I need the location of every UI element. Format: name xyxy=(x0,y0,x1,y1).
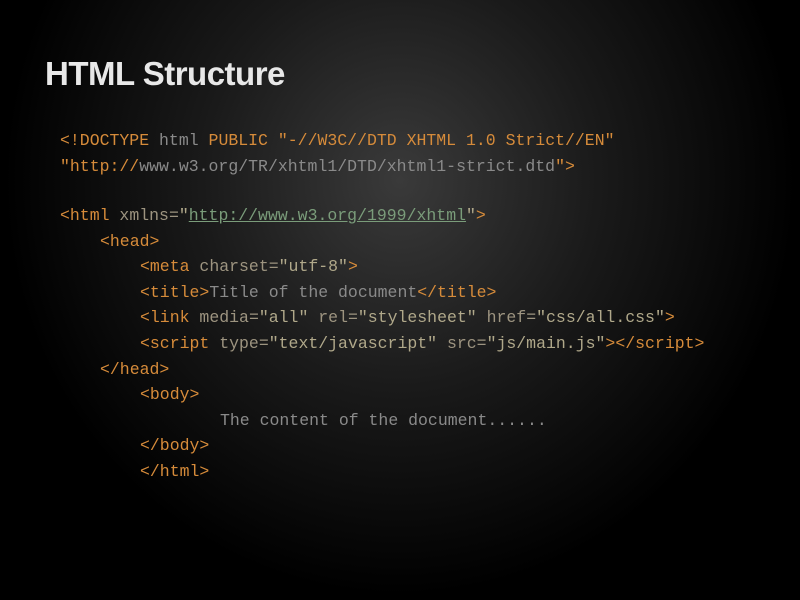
link-v3: "css/all.css" xyxy=(536,308,665,327)
title-close: </title> xyxy=(417,283,496,302)
meta-attr: charset xyxy=(190,257,269,276)
eq: = xyxy=(348,308,358,327)
doctype-line-1: <!DOCTYPE html PUBLIC "-//W3C//DTD XHTML… xyxy=(60,128,755,154)
script-v1: "text/javascript" xyxy=(269,334,437,353)
doctype-open: <!DOCTYPE xyxy=(60,131,149,150)
eq: = xyxy=(526,308,536,327)
link-v2: "stylesheet" xyxy=(358,308,477,327)
link-open: <link xyxy=(140,308,190,327)
script-close1: > xyxy=(605,334,615,353)
link-line: <link media="all" rel="stylesheet" href=… xyxy=(60,305,755,331)
eq: = xyxy=(249,308,259,327)
link-v1: "all" xyxy=(259,308,309,327)
slide-title: HTML Structure xyxy=(45,55,755,93)
body-open-line: <body> xyxy=(60,382,755,408)
quote: " xyxy=(466,206,476,225)
title-open: <title> xyxy=(140,283,209,302)
code-block: <!DOCTYPE html PUBLIC "-//W3C//DTD XHTML… xyxy=(45,128,755,484)
eq: = xyxy=(259,334,269,353)
doctype-line-2: "http://www.w3.org/TR/xhtml1/DTD/xhtml1-… xyxy=(60,154,755,180)
link-a1: media xyxy=(190,308,249,327)
head-open: <head> xyxy=(100,232,159,251)
script-close2: </script> xyxy=(615,334,704,353)
link-a2: rel xyxy=(308,308,348,327)
script-v2: "js/main.js" xyxy=(487,334,606,353)
meta-line: <meta charset="utf-8"> xyxy=(60,254,755,280)
body-open: <body> xyxy=(140,385,199,404)
eq: = xyxy=(269,257,279,276)
doctype-uri-q1: "http:// xyxy=(60,157,139,176)
eq: = xyxy=(477,334,487,353)
html-tag-open: <html xyxy=(60,206,110,225)
body-close: </body> xyxy=(140,436,209,455)
xmlns-link[interactable]: http://www.w3.org/1999/xhtml xyxy=(189,206,466,225)
html-tag-close: > xyxy=(476,206,486,225)
quote: " xyxy=(179,206,189,225)
doctype-close: > xyxy=(565,157,575,176)
head-open-line: <head> xyxy=(60,229,755,255)
html-close-line: </html> xyxy=(60,459,755,485)
script-a1: type xyxy=(209,334,259,353)
script-a2: src xyxy=(437,334,477,353)
link-close: > xyxy=(665,308,675,327)
script-open: <script xyxy=(140,334,209,353)
title-text: Title of the document xyxy=(209,283,417,302)
head-close: </head> xyxy=(100,360,169,379)
doctype-public: PUBLIC xyxy=(209,131,278,150)
meta-val: "utf-8" xyxy=(279,257,348,276)
blank-line xyxy=(60,179,755,203)
doctype-uri-q2: " xyxy=(555,157,565,176)
meta-open: <meta xyxy=(140,257,190,276)
body-close-line: </body> xyxy=(60,433,755,459)
eq: = xyxy=(169,206,179,225)
meta-close: > xyxy=(348,257,358,276)
doctype-fpi: "-//W3C//DTD XHTML 1.0 Strict//EN" xyxy=(278,131,615,150)
html-close: </html> xyxy=(140,462,209,481)
script-line: <script type="text/javascript" src="js/m… xyxy=(60,331,755,357)
html-open-line: <html xmlns="http://www.w3.org/1999/xhtm… xyxy=(60,203,755,229)
body-text: The content of the document...... xyxy=(220,411,547,430)
doctype-uri-text: www.w3.org/TR/xhtml1/DTD/xhtml1-strict.d… xyxy=(139,157,555,176)
html-attr-xmlns: xmlns xyxy=(110,206,169,225)
head-close-line: </head> xyxy=(60,357,755,383)
body-text-line: The content of the document...... xyxy=(60,408,755,434)
title-line: <title>Title of the document</title> xyxy=(60,280,755,306)
slide: HTML Structure <!DOCTYPE html PUBLIC "-/… xyxy=(0,0,800,600)
link-a3: href xyxy=(477,308,527,327)
doctype-html: html xyxy=(149,131,208,150)
